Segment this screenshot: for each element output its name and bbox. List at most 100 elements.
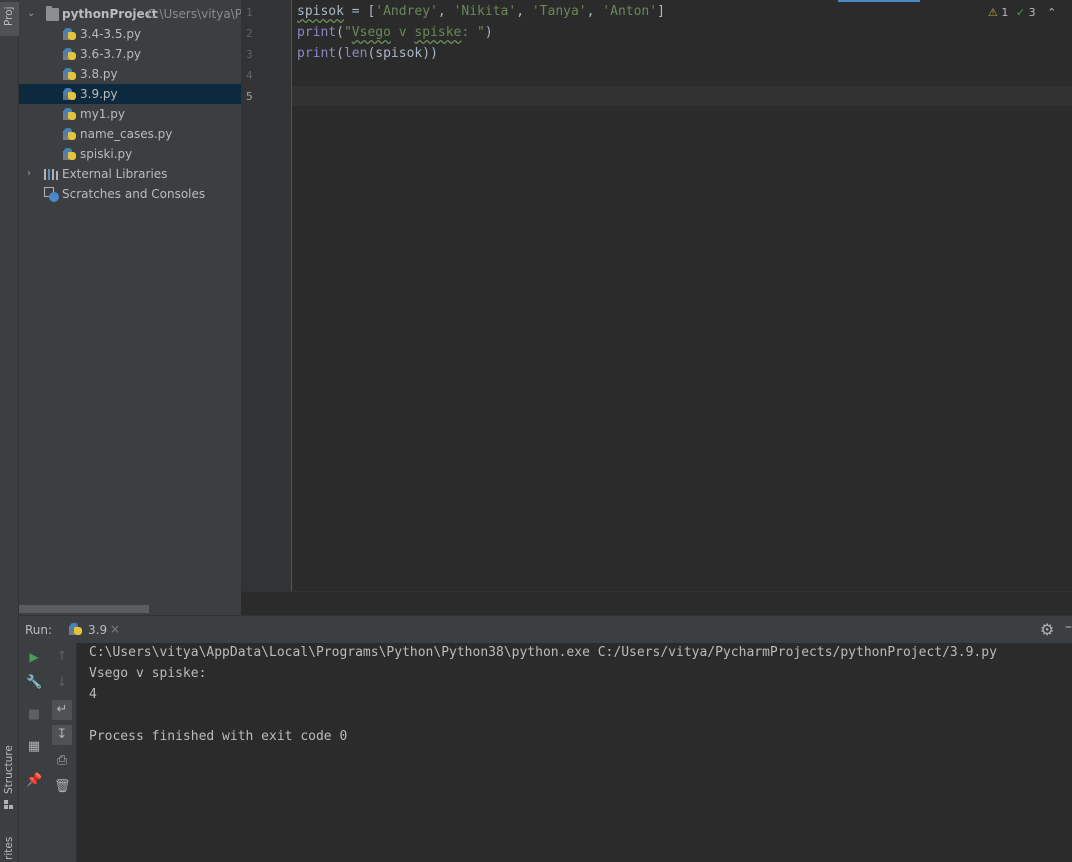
project-tool-tab[interactable]: Proj [0,2,19,36]
project-horizontal-scrollbar[interactable] [19,605,149,613]
chevron-right-icon[interactable]: › [27,164,31,184]
file-name: my1.py [80,107,125,121]
code-line-2[interactable]: print("Vsego v spiske: ") [297,23,493,43]
run-toolbar-secondary: ↑ ↓ ↵ ↧ ⎙ 🗑 [48,643,77,862]
code-quote: " [343,25,352,40]
python-file-icon [69,622,83,636]
console-line: C:\Users\vitya\AppData\Local\Programs\Py… [89,645,997,660]
favorites-tool-tab[interactable]: rites [0,830,19,862]
code-comma: , [586,4,603,19]
tree-file-my1[interactable]: my1.py [19,104,241,124]
editor-tab-indicator [838,0,920,2]
line-number: 4 [246,69,253,82]
run-panel-header: Run: 3.9 × ⚙ – [19,615,1072,643]
code-comma: , [516,4,532,19]
arrow-up-icon[interactable]: ↑ [54,649,70,665]
file-name: 3.9.py [80,87,118,101]
run-toolbar-primary: ▶ 🔧 ■ ▦ 📌 [19,643,48,862]
code-string-word: Vsego [351,25,391,40]
tree-file-name-cases[interactable]: name_cases.py [19,124,241,144]
tree-file-3.6-3.7[interactable]: 3.6-3.7.py [19,44,241,64]
ok-count: 3 [1028,6,1036,19]
python-file-icon [63,107,77,121]
file-name: 3.6-3.7.py [80,47,142,61]
library-icon [44,169,58,180]
code-builtin: len [343,46,368,61]
console-line: 4 [89,687,97,702]
python-file-icon [63,147,77,161]
file-name: 3.8.py [80,67,118,81]
tree-file-3.4-3.5[interactable]: 3.4-3.5.py [19,24,241,44]
stop-icon[interactable]: ■ [26,707,42,723]
pin-icon[interactable]: 📌 [26,773,42,789]
code-comma: , [437,4,454,19]
code-string: 'Anton' [602,4,658,19]
code-string: 'Nikita' [453,4,517,19]
structure-icon [4,800,14,809]
code-line-1[interactable]: spisok = ['Andrey', 'Nikita', 'Tanya', '… [297,2,665,22]
structure-tool-tab-label: Structure [3,745,15,794]
file-name: 3.4-3.5.py [80,27,142,41]
run-label: Run: [25,623,53,637]
python-file-icon [63,27,77,41]
root-folder-path: C:\Users\vitya\Pyc [147,7,241,21]
code-string: 'Tanya' [531,4,587,19]
code-variable: spisok [297,4,344,19]
code-line-3[interactable]: print(len(spisok)) [297,44,438,64]
code-string-part: v [390,25,415,40]
external-libraries-label: External Libraries [62,167,168,181]
wrench-icon[interactable]: 🔧 [26,675,42,691]
soft-wrap-icon[interactable]: ↵ [52,700,72,720]
python-file-icon [63,127,77,141]
root-folder-name: pythonProject [62,7,158,21]
editor-bottom-bar [241,591,1072,615]
left-tool-stripe: Proj Structure rites [0,0,19,862]
code-string: 'Andrey' [375,4,438,19]
code-paren: ) [484,25,493,40]
run-console[interactable] [77,643,1072,862]
code-string-part: : " [461,25,485,40]
warning-icon: ⚠ [988,6,998,19]
editor-gutter: 1 2 3 4 5 [241,0,292,591]
tree-external-libraries[interactable]: › External Libraries [19,164,241,184]
console-line: Vsego v spiske: [89,666,207,681]
chevron-down-icon[interactable]: ⌄ [27,4,35,24]
project-tool-tab-label: Proj [3,6,15,26]
code-args: (spisok)) [367,46,438,61]
scroll-to-end-icon[interactable]: ↧ [52,725,72,745]
gear-icon[interactable]: ⚙ [1040,620,1054,639]
tree-file-spiski[interactable]: spiski.py [19,144,241,164]
tree-file-3.8[interactable]: 3.8.py [19,64,241,84]
close-icon[interactable]: × [110,622,120,636]
tree-scratches-consoles[interactable]: Scratches and Consoles [19,184,241,204]
check-icon: ✓ [1015,6,1026,19]
code-builtin: print [297,46,337,61]
print-icon[interactable]: ⎙ [54,753,70,769]
project-panel: ⌄ pythonProject C:\Users\vitya\Pyc 3.4-3… [19,0,241,615]
trash-icon[interactable]: 🗑 [54,779,71,795]
folder-icon [46,6,59,21]
line-number: 2 [246,27,253,40]
code-operator: = [ [343,4,376,19]
file-name: name_cases.py [80,127,173,141]
code-builtin: print [297,25,337,40]
tree-file-3.9[interactable]: 3.9.py [19,84,241,104]
python-file-icon [63,47,77,61]
chevron-up-icon[interactable]: ⌃ [1047,6,1056,19]
warning-count: 1 [1001,6,1009,19]
current-line-highlight [292,86,1072,106]
run-tab-3.9[interactable]: 3.9 × [63,616,125,644]
python-file-icon [63,87,77,101]
python-file-icon [63,67,77,81]
code-bracket: ] [657,4,665,19]
run-tab-label: 3.9 [88,623,108,637]
inspections-widget[interactable]: ⚠ 1 ✓ 3 ⌃ [988,6,1056,19]
minimize-icon[interactable]: – [1065,619,1072,635]
arrow-down-icon[interactable]: ↓ [54,675,70,691]
rerun-icon[interactable]: ▶ [26,649,42,665]
tree-root-pythonproject[interactable]: ⌄ pythonProject C:\Users\vitya\Pyc [19,4,241,24]
layout-icon[interactable]: ▦ [26,739,42,755]
code-string-word: spiske [414,25,462,40]
code-paren: ( [336,25,344,40]
line-number: 3 [246,48,253,61]
